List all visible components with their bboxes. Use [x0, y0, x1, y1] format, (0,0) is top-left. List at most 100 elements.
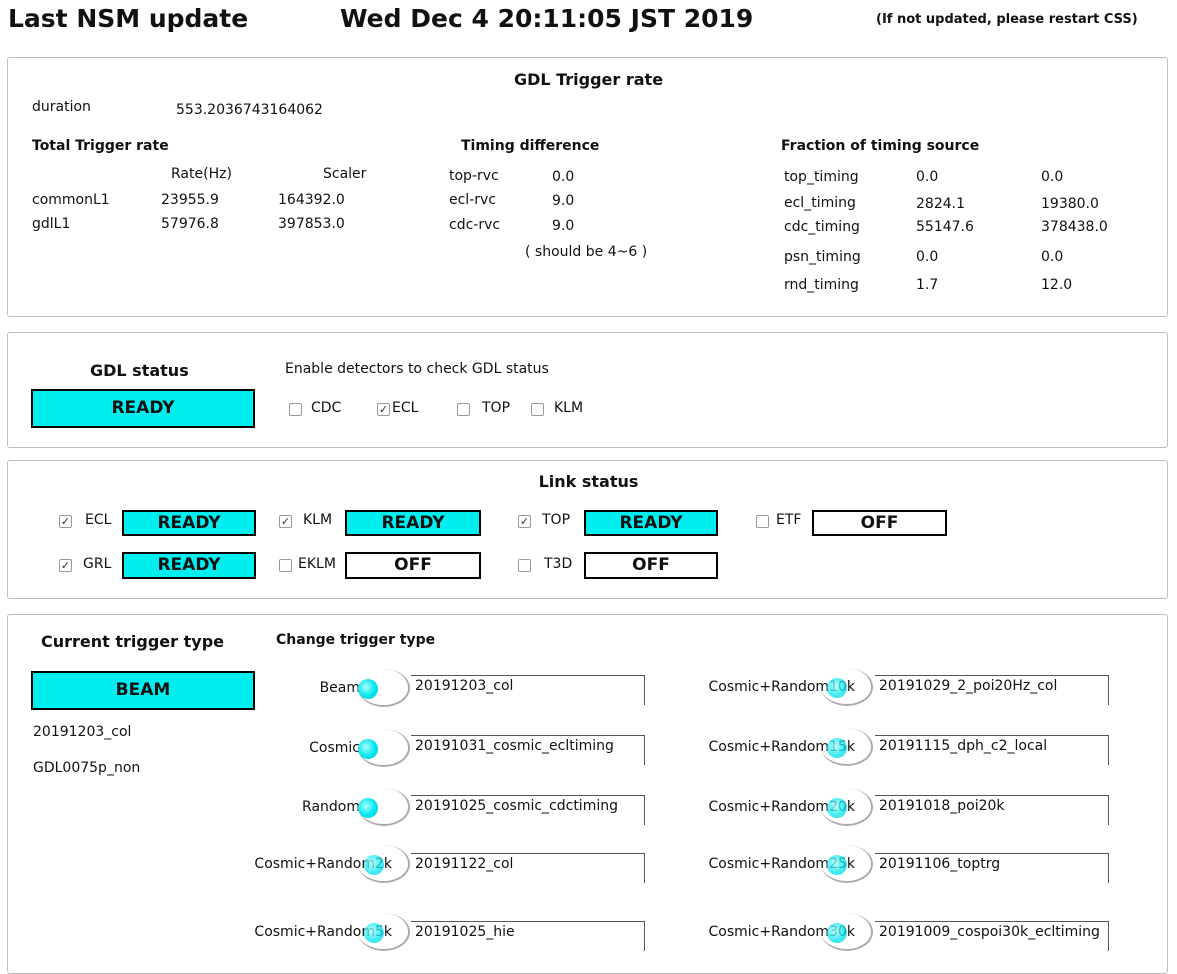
timing-diff-value: 0.0: [552, 169, 575, 185]
link-t3d-label: T3D: [544, 556, 573, 572]
total-row-name: gdlL1: [32, 216, 71, 232]
fraction-row-rate: 0.0: [916, 169, 939, 185]
trigger-option-label: Random: [302, 799, 360, 815]
trigger-rate-panel: GDL Trigger rate duration 553.2036743164…: [7, 57, 1168, 317]
enable-detectors-label: Enable detectors to check GDL status: [285, 361, 549, 377]
trigger-rate-title: GDL Trigger rate: [513, 70, 664, 89]
trigger-file-input[interactable]: 20191122_col: [411, 853, 645, 883]
detector-klm-label: KLM: [554, 400, 584, 416]
detector-cdc-checkbox[interactable]: [289, 403, 302, 416]
fraction-row-scaler: 12.0: [1041, 277, 1073, 293]
link-klm-label: KLM: [303, 512, 333, 528]
link-eklm-label: EKLM: [298, 556, 336, 572]
timing-diff-value: 9.0: [552, 218, 575, 234]
nsm-update-label: Last NSM update: [8, 4, 249, 33]
timing-diff-note: ( should be 4~6 ): [525, 244, 648, 260]
gdl-status-panel: GDL status READY Enable detectors to che…: [7, 332, 1168, 448]
trigger-file-input[interactable]: 20191025_cosmic_cdctiming: [411, 795, 645, 825]
trigger-file-input[interactable]: 20191025_hie: [411, 921, 645, 951]
detector-top-checkbox[interactable]: [457, 403, 470, 416]
link-etf-label: ETF: [776, 512, 802, 528]
radio-arc-decoration: [358, 845, 410, 883]
link-etf-checkbox[interactable]: [756, 515, 769, 528]
fraction-row-scaler: 0.0: [1041, 169, 1064, 185]
trigger-option-cosmic-random-20k[interactable]: Cosmic+Random20k: [668, 788, 873, 828]
total-row-scaler: 164392.0: [278, 192, 345, 208]
trigger-option-cosmic-random-30k[interactable]: Cosmic+Random30k: [668, 913, 873, 953]
trigger-file-input[interactable]: 20191203_col: [411, 675, 645, 705]
link-t3d-status: OFF: [584, 552, 718, 579]
restart-note: (If not updated, please restart CSS): [876, 12, 1138, 27]
total-row-scaler: 397853.0: [278, 216, 345, 232]
trigger-option-random[interactable]: Random: [208, 788, 410, 828]
trigger-file-input[interactable]: 20191009_cospoi30k_ecltiming: [875, 921, 1109, 951]
fraction-row-name: top_timing: [784, 169, 859, 185]
duration-label: duration: [32, 99, 91, 115]
detector-cdc-label: CDC: [311, 400, 342, 416]
trigger-option-label: Cosmic: [309, 740, 360, 756]
link-eklm-checkbox[interactable]: [279, 559, 292, 572]
link-ecl-checkbox[interactable]: ✓: [59, 515, 72, 528]
total-row-rate: 57976.8: [161, 216, 219, 232]
trigger-file-input[interactable]: 20191029_2_poi20Hz_col: [875, 675, 1109, 705]
fraction-row-name: psn_timing: [784, 249, 861, 265]
fraction-row-rate: 0.0: [916, 249, 939, 265]
trigger-option-cosmic-random-25k[interactable]: Cosmic+Random25k: [668, 845, 873, 885]
scaler-column-header: Scaler: [323, 166, 367, 182]
link-top-status: READY: [584, 510, 718, 536]
fraction-row-scaler: 378438.0: [1041, 219, 1108, 235]
total-row-name: commonL1: [32, 192, 110, 208]
current-trigger-psnm: GDL0075p_non: [33, 760, 141, 776]
link-status-title: Link status: [538, 472, 639, 491]
trigger-file-input[interactable]: 20191031_cosmic_ecltiming: [411, 735, 645, 765]
trigger-file-input[interactable]: 20191106_toptrg: [875, 853, 1109, 883]
radio-arc-decoration: [358, 913, 410, 951]
trigger-option-cosmic-random-2k[interactable]: Cosmic+Random2k: [208, 845, 410, 885]
timing-diff-heading: Timing difference: [461, 138, 600, 154]
link-status-panel: Link status ✓ ECL READY ✓ KLM READY ✓ TO…: [7, 460, 1168, 599]
detector-ecl-label: ECL: [392, 400, 419, 416]
timing-diff-name: ecl-rvc: [449, 192, 496, 208]
link-klm-status: READY: [345, 510, 481, 536]
radio-arc-decoration: [358, 729, 410, 767]
detector-ecl-checkbox[interactable]: ✓: [377, 403, 390, 416]
link-top-checkbox[interactable]: ✓: [518, 515, 531, 528]
link-grl-checkbox[interactable]: ✓: [59, 559, 72, 572]
link-t3d-checkbox[interactable]: [518, 559, 531, 572]
total-rate-heading: Total Trigger rate: [32, 138, 169, 154]
trigger-option-beam[interactable]: Beam: [208, 669, 410, 709]
fraction-row-scaler: 19380.0: [1041, 196, 1099, 212]
link-ecl-label: ECL: [85, 512, 112, 528]
trigger-option-cosmic-random-10k[interactable]: Cosmic+Random10k: [668, 668, 873, 708]
trigger-option-cosmic-random-15k[interactable]: Cosmic+Random15k: [668, 728, 873, 768]
fraction-row-name: cdc_timing: [784, 219, 860, 235]
trigger-option-cosmic[interactable]: Cosmic: [208, 729, 410, 769]
link-etf-status: OFF: [812, 510, 947, 536]
trigger-file-input[interactable]: 20191115_dph_c2_local: [875, 735, 1109, 765]
link-grl-label: GRL: [83, 556, 112, 572]
link-grl-status: READY: [122, 552, 256, 579]
gdl-status-title: GDL status: [90, 361, 189, 380]
trigger-option-label: Beam: [319, 680, 360, 696]
link-klm-checkbox[interactable]: ✓: [279, 515, 292, 528]
fraction-row-name: ecl_timing: [784, 195, 856, 211]
change-trigger-title: Change trigger type: [276, 632, 436, 648]
detector-top-label: TOP: [482, 400, 511, 416]
trigger-file-input[interactable]: 20191018_poi20k: [875, 795, 1109, 825]
radio-arc-decoration: [358, 669, 410, 707]
radio-arc-decoration: [821, 728, 873, 766]
fraction-heading: Fraction of timing source: [781, 138, 980, 154]
timing-diff-value: 9.0: [552, 193, 575, 209]
gdl-status-indicator: READY: [31, 389, 255, 428]
fraction-row-scaler: 0.0: [1041, 249, 1064, 265]
link-top-label: TOP: [542, 512, 571, 528]
fraction-row-rate: 55147.6: [916, 219, 974, 235]
trigger-option-cosmic-random-5k[interactable]: Cosmic+Random5k: [208, 913, 410, 953]
timing-diff-name: top-rvc: [449, 168, 499, 184]
detector-klm-checkbox[interactable]: [531, 403, 544, 416]
radio-arc-decoration: [821, 845, 873, 883]
radio-arc-decoration: [358, 788, 410, 826]
trigger-type-panel: Current trigger type BEAM 20191203_col G…: [7, 614, 1168, 974]
radio-arc-decoration: [821, 913, 873, 951]
fraction-row-name: rnd_timing: [784, 277, 859, 293]
